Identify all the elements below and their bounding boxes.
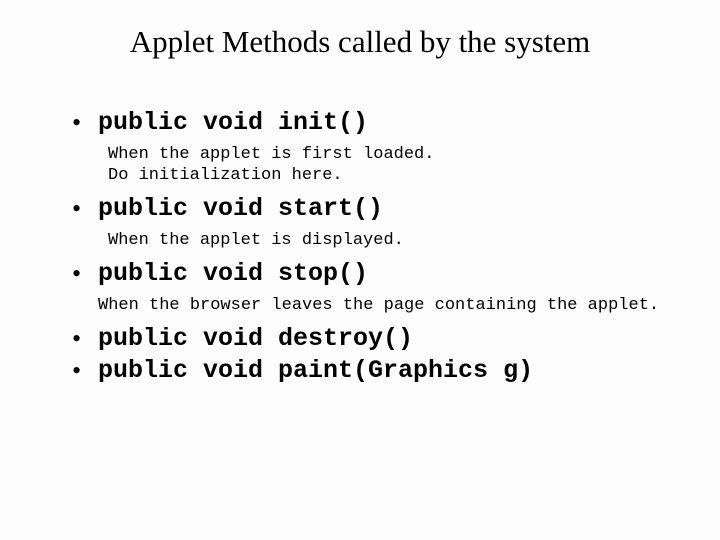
method-signature: public void stop() [98, 259, 368, 289]
bullet-icon: • [72, 356, 98, 386]
list-item: • public void start() [72, 194, 680, 224]
method-description: When the applet is first loaded. Do init… [108, 144, 680, 186]
content-area: • public void init() When the applet is … [40, 108, 680, 386]
method-signature: public void paint(Graphics g) [98, 356, 533, 386]
slide-title: Applet Methods called by the system [60, 24, 660, 60]
list-item: • public void paint(Graphics g) [72, 356, 680, 386]
bullet-icon: • [72, 324, 98, 354]
list-item: • public void init() [72, 108, 680, 138]
list-item: • public void stop() [72, 259, 680, 289]
method-signature: public void destroy() [98, 324, 413, 354]
method-description: When the browser leaves the page contain… [98, 295, 680, 316]
method-signature: public void start() [98, 194, 383, 224]
bullet-icon: • [72, 194, 98, 224]
method-signature: public void init() [98, 108, 368, 138]
bullet-icon: • [72, 108, 98, 138]
bullet-icon: • [72, 259, 98, 289]
method-description: When the applet is displayed. [108, 230, 680, 251]
list-item: • public void destroy() [72, 324, 680, 354]
